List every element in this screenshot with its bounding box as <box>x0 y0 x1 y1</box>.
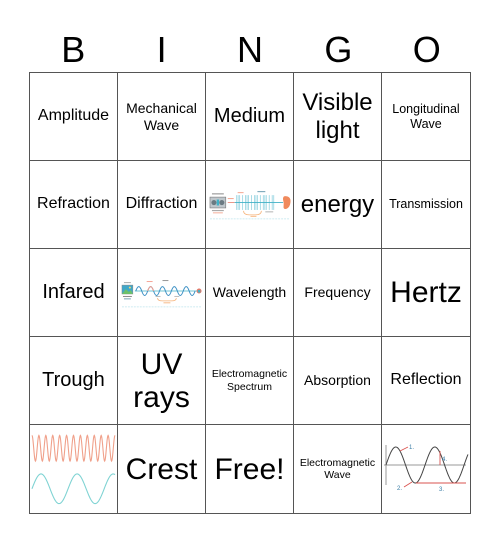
bingo-cell[interactable]: energy <box>294 161 382 249</box>
wave-label-2: 2. <box>397 486 402 492</box>
bingo-cell[interactable]: Amplitude <box>30 73 118 161</box>
bingo-cell[interactable]: Diffraction <box>118 161 206 249</box>
bingo-cell[interactable]: Medium <box>206 73 294 161</box>
wave-label-1: 1. <box>409 445 414 451</box>
cell-text: UV rays <box>133 347 190 414</box>
cell-text: Transmission <box>389 197 463 212</box>
cell-text: Visible light <box>302 88 373 144</box>
bingo-cell[interactable]: Wavelength <box>206 249 294 337</box>
bingo-cell[interactable] <box>30 425 118 513</box>
high-low-frequency-waves-icon <box>31 434 116 505</box>
cell-text: Absorption <box>304 372 371 389</box>
bingo-cell[interactable]: Refraction <box>30 161 118 249</box>
bingo-cell[interactable]: Crest <box>118 425 206 513</box>
bingo-header: B I N G O <box>29 28 471 72</box>
cell-text: energy <box>300 190 375 218</box>
bingo-cell[interactable]: Free! <box>206 425 294 513</box>
header-letter-o: O <box>412 29 441 70</box>
bingo-cell[interactable] <box>118 249 206 337</box>
bingo-cell[interactable]: Transmission <box>382 161 470 249</box>
bingo-board: Amplitude Mechanical Wave Medium Visible… <box>29 72 471 514</box>
cell-text: Electromagnetic Wave <box>299 456 376 481</box>
bingo-cell[interactable]: Trough <box>30 337 118 425</box>
cell-text: Reflection <box>390 371 462 389</box>
sound-wave-diagram-icon <box>209 190 291 219</box>
header-letter-b: B <box>61 29 86 70</box>
bingo-cell[interactable]: Mechanical Wave <box>118 73 206 161</box>
bingo-cell[interactable]: Frequency <box>294 249 382 337</box>
free-space: Free! <box>214 452 285 486</box>
wave-label-4: 4. <box>442 457 447 463</box>
cell-text: Crest <box>125 452 198 486</box>
bingo-cell[interactable]: 1. 4. 2. 3. <box>382 425 470 513</box>
bingo-cell[interactable]: Electromagnetic Spectrum <box>206 337 294 425</box>
cell-text: Wavelength <box>212 284 287 301</box>
cell-text: Longitudinal Wave <box>392 102 460 131</box>
bingo-cell[interactable]: Infared <box>30 249 118 337</box>
cell-text: Refraction <box>37 195 110 213</box>
wave-label-3: 3. <box>439 487 444 493</box>
header-letter-g: G <box>324 29 353 70</box>
bingo-cell[interactable]: Electromagnetic Wave <box>294 425 382 513</box>
bingo-cell[interactable]: Hertz <box>382 249 470 337</box>
cell-text: Medium <box>213 105 286 127</box>
bingo-cell[interactable]: Reflection <box>382 337 470 425</box>
header-letter-n: N <box>236 29 263 70</box>
cell-text: Mechanical Wave <box>126 100 197 133</box>
cell-text: Trough <box>42 369 105 391</box>
cell-text: Infared <box>42 281 105 303</box>
cell-text: Electromagnetic Spectrum <box>211 368 288 393</box>
cell-text: Amplitude <box>37 107 110 125</box>
bingo-cell[interactable]: Longitudinal Wave <box>382 73 470 161</box>
cell-text: Frequency <box>304 284 371 301</box>
bingo-cell[interactable]: UV rays <box>118 337 206 425</box>
cell-text: Diffraction <box>125 195 198 213</box>
bingo-cell[interactable]: Absorption <box>294 337 382 425</box>
bingo-cell[interactable]: Visible light <box>294 73 382 161</box>
cell-text: Hertz <box>390 276 462 309</box>
header-letter-i: I <box>156 29 167 70</box>
electromagnetic-wave-diagram-icon <box>121 279 202 307</box>
labeled-wave-parts-icon: 1. 4. 2. 3. <box>384 445 469 493</box>
bingo-cell[interactable] <box>206 161 294 249</box>
